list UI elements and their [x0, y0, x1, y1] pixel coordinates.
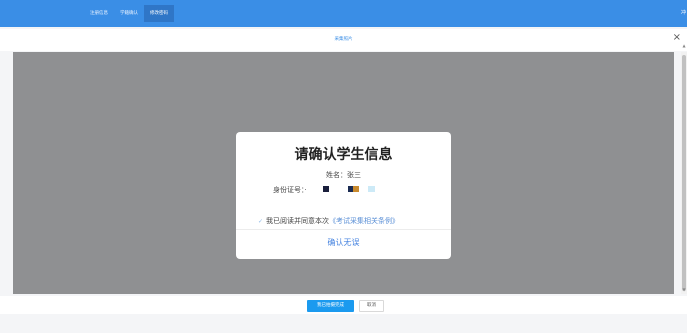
agreement-link[interactable]: 《考试采集相关条例》 [329, 216, 399, 226]
photo-done-button[interactable]: 我已拍摄完成 [307, 300, 354, 312]
scrollbar-thumb[interactable] [682, 55, 686, 291]
close-icon[interactable]: × [673, 32, 681, 43]
dialog-title: 采集照片 [334, 37, 353, 42]
scrollbar[interactable] [681, 52, 687, 294]
id-number-label: 身份证号：· [273, 186, 307, 194]
agreement-row: ✓ 我已阅读并同意本次 《考试采集相关条例》 [258, 216, 399, 226]
top-right-text[interactable]: 冲 [681, 9, 686, 16]
redaction-block [352, 186, 359, 192]
check-icon[interactable]: ✓ [258, 218, 263, 225]
student-name: 姓名：张三 [326, 171, 361, 179]
redaction-block [322, 186, 329, 192]
confirm-student-card: 请确认学生信息 姓名：张三 身份证号：· ✓ 我已阅读并同意本次 《考试采集相关… [236, 132, 451, 259]
confirm-correct-button[interactable]: 确认无误 [236, 237, 451, 248]
agreement-text: 我已阅读并同意本次 [266, 217, 330, 225]
scroll-up-icon[interactable]: ▲ [681, 43, 687, 51]
nav-item-enrollment-confirm[interactable]: 学籍确认 [114, 5, 144, 22]
confirm-heading: 请确认学生信息 [294, 147, 393, 163]
redaction-block [367, 186, 375, 192]
scroll-down-icon[interactable]: ▼ [681, 287, 687, 295]
nav-item-register-info[interactable]: 注册信息 [84, 5, 114, 22]
cancel-button[interactable]: 取消 [359, 300, 384, 312]
top-bar: 注册信息 学籍确认 修改密码 冲 [0, 0, 687, 27]
nav-item-change-password[interactable]: 修改密码 [144, 5, 174, 22]
top-nav: 注册信息 学籍确认 修改密码 [84, 5, 174, 22]
id-number-redacted [309, 186, 409, 194]
dialog-header: 采集照片 × [0, 29, 687, 51]
id-number-row: 身份证号：· [273, 185, 409, 195]
card-divider [236, 229, 451, 230]
